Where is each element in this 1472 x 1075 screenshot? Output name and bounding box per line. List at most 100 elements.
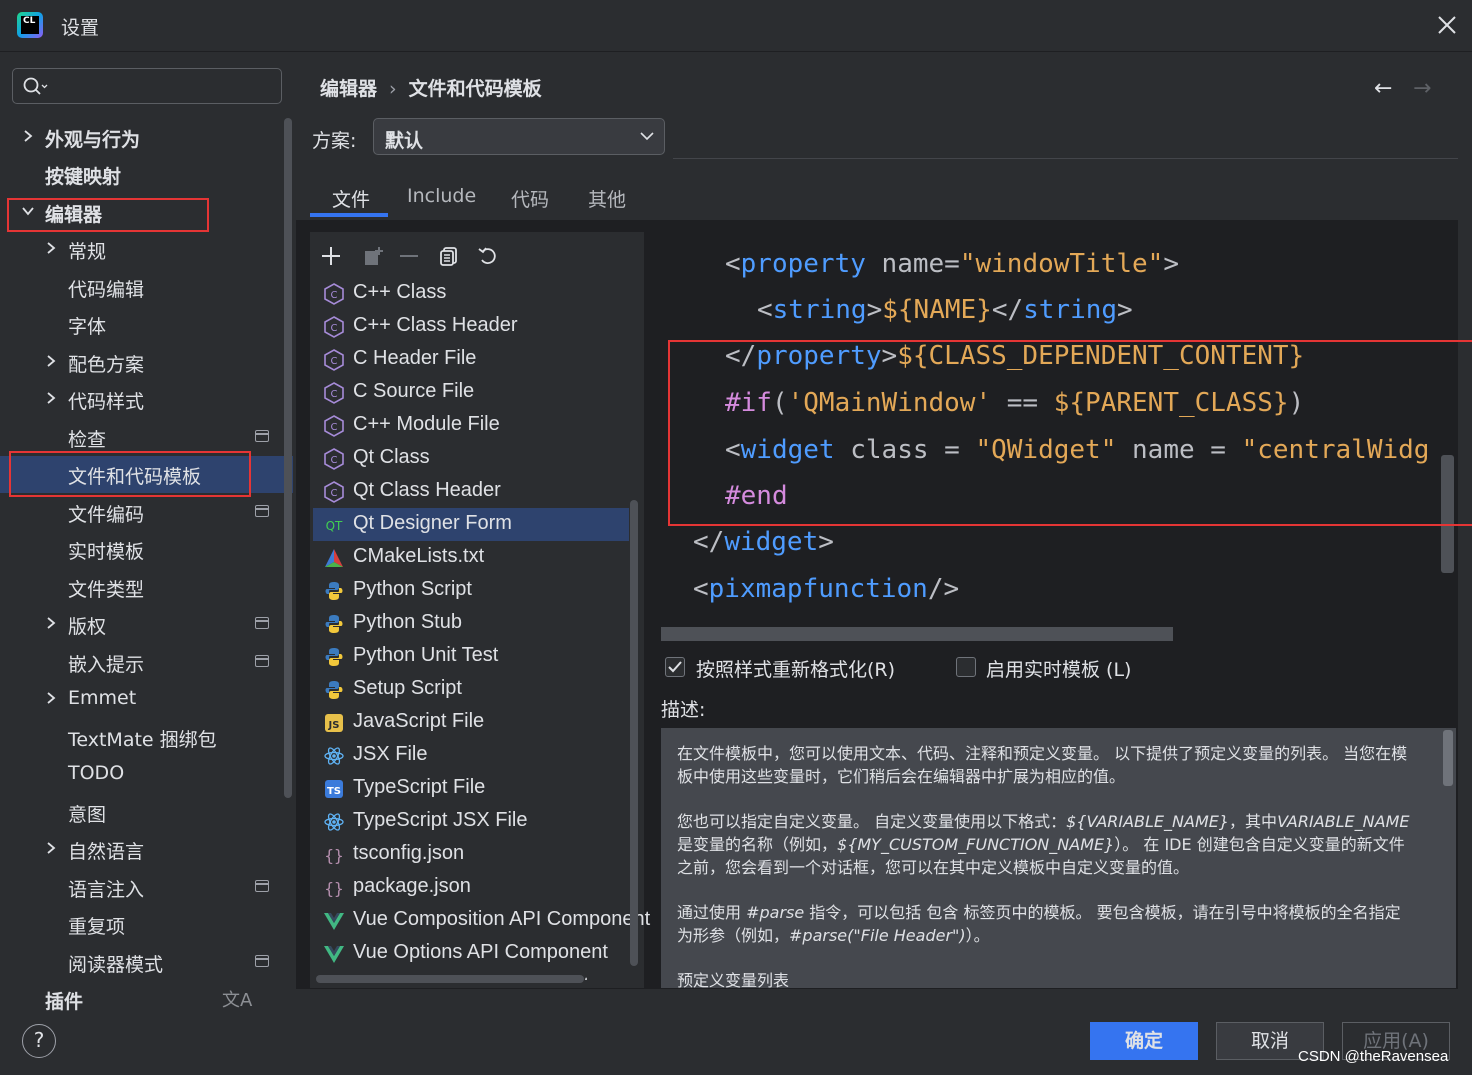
svg-text:C: C bbox=[331, 422, 338, 433]
add-icon[interactable] bbox=[320, 245, 342, 267]
sidebar-item-label: 自然语言 bbox=[68, 841, 145, 863]
add-child-icon[interactable] bbox=[362, 245, 384, 267]
chevron-right-icon[interactable] bbox=[44, 391, 58, 405]
template-item[interactable]: C C Source File bbox=[313, 376, 629, 409]
sidebar-item-file-encodings[interactable]: 文件编码 bbox=[0, 494, 293, 531]
template-name: C++ Class Header bbox=[353, 314, 518, 336]
translate-icon[interactable]: 文A bbox=[222, 986, 252, 1012]
scheme-value: 默认 bbox=[385, 130, 424, 152]
reformat-checkbox[interactable] bbox=[665, 657, 685, 677]
template-item[interactable]: C Qt Class bbox=[313, 442, 629, 475]
template-item[interactable]: {} package.json bbox=[313, 871, 629, 904]
tab-code[interactable]: 代码 bbox=[511, 185, 549, 212]
sidebar-item-label: 版权 bbox=[68, 616, 107, 638]
chevron-right-icon[interactable] bbox=[21, 129, 35, 143]
sidebar-item-reader-mode[interactable]: 阅读器模式 bbox=[0, 944, 293, 981]
remove-icon[interactable] bbox=[398, 245, 420, 267]
template-item[interactable]: Python Unit Test bbox=[313, 640, 629, 673]
live-template-checkbox[interactable] bbox=[956, 657, 976, 677]
svg-text:QT: QT bbox=[326, 519, 343, 533]
description-scrollbar[interactable] bbox=[1443, 730, 1453, 786]
chevron-right-icon[interactable] bbox=[44, 354, 58, 368]
sidebar-item-color-scheme[interactable]: 配色方案 bbox=[0, 344, 293, 381]
copy-icon[interactable] bbox=[438, 245, 460, 267]
sidebar-item-live-templates[interactable]: 实时模板 bbox=[0, 531, 293, 568]
sidebar-item-label: 配色方案 bbox=[68, 354, 145, 376]
sidebar-item-inlay-hints[interactable]: 嵌入提示 bbox=[0, 644, 293, 681]
template-name: package.json bbox=[353, 875, 471, 897]
back-arrow-icon[interactable]: ← bbox=[1374, 76, 1392, 101]
json-icon: {} bbox=[323, 877, 345, 899]
template-item[interactable]: TS TypeScript File bbox=[313, 772, 629, 805]
sidebar-item-code-editing[interactable]: 代码编辑 bbox=[0, 269, 293, 306]
breadcrumb-current: 文件和代码模板 bbox=[408, 78, 542, 100]
template-name: tsconfig.json bbox=[353, 842, 465, 864]
template-item[interactable]: C C++ Class bbox=[313, 277, 629, 310]
sidebar-scrollbar[interactable] bbox=[284, 118, 292, 798]
sidebar-item-duplicates[interactable]: 重复项 bbox=[0, 906, 293, 943]
breadcrumb-separator: › bbox=[389, 78, 397, 100]
ok-button[interactable]: 确定 bbox=[1090, 1022, 1198, 1060]
live-template-label[interactable]: 启用实时模板 (L) bbox=[986, 655, 1131, 682]
sidebar-item-general[interactable]: 常规 bbox=[0, 231, 293, 268]
template-item[interactable]: {} tsconfig.json bbox=[313, 838, 629, 871]
description-paragraph: 您也可以指定自定义变量。 自定义变量使用以下格式：${VARIABLE_NAME… bbox=[677, 812, 1410, 877]
template-name: CMakeLists.txt bbox=[353, 545, 485, 567]
template-item[interactable]: C C Header File bbox=[313, 343, 629, 376]
template-item[interactable]: Vue Options API Component bbox=[313, 937, 629, 970]
chevron-right-icon[interactable] bbox=[44, 841, 58, 855]
sidebar-item-todo[interactable]: TODO bbox=[0, 756, 293, 793]
project-scope-icon bbox=[255, 655, 269, 667]
scheme-select[interactable]: 默认 bbox=[373, 118, 665, 155]
template-item[interactable]: C Qt Class Header bbox=[313, 475, 629, 508]
tab-files[interactable]: 文件 bbox=[332, 185, 370, 212]
svg-text:C: C bbox=[331, 323, 338, 334]
template-item[interactable]: C C++ Module File bbox=[313, 409, 629, 442]
template-item[interactable]: Vue Composition API Component bbox=[313, 904, 650, 937]
help-button[interactable]: ? bbox=[22, 1024, 56, 1058]
template-item[interactable]: Python Script bbox=[313, 574, 629, 607]
chevron-right-icon[interactable] bbox=[44, 241, 58, 255]
sidebar-item-label: 阅读器模式 bbox=[68, 954, 164, 976]
sidebar-item-file-types[interactable]: 文件类型 bbox=[0, 569, 293, 606]
template-item[interactable]: Setup Script bbox=[313, 673, 629, 706]
template-list-hscrollbar[interactable] bbox=[316, 975, 584, 983]
reformat-label[interactable]: 按照样式重新格式化(R) bbox=[696, 655, 895, 682]
forward-arrow-icon[interactable]: → bbox=[1413, 76, 1431, 101]
sidebar-item-natural-languages[interactable]: 自然语言 bbox=[0, 831, 293, 868]
settings-search-input[interactable] bbox=[12, 68, 282, 104]
sidebar-item-code-style[interactable]: 代码样式 bbox=[0, 381, 293, 418]
sidebar-item-font[interactable]: 字体 bbox=[0, 306, 293, 343]
breadcrumb-parent[interactable]: 编辑器 bbox=[320, 78, 377, 100]
code-horizontal-scrollbar[interactable] bbox=[661, 627, 1173, 641]
template-name: C Source File bbox=[353, 380, 475, 402]
template-item[interactable]: JS JavaScript File bbox=[313, 706, 629, 739]
template-item[interactable]: CMakeLists.txt bbox=[313, 541, 629, 574]
template-item[interactable]: Python Stub bbox=[313, 607, 629, 640]
python-icon bbox=[323, 679, 345, 701]
close-icon[interactable] bbox=[1434, 12, 1460, 38]
sidebar-item-copyright[interactable]: 版权 bbox=[0, 606, 293, 643]
sidebar-item-emmet[interactable]: Emmet bbox=[0, 681, 293, 718]
template-item[interactable]: C C++ Class Header bbox=[313, 310, 629, 343]
sidebar-item-label: 按键映射 bbox=[45, 166, 122, 188]
chevron-down-icon bbox=[640, 132, 654, 141]
sidebar-item-intentions[interactable]: 意图 bbox=[0, 794, 293, 831]
breadcrumb: 编辑器 › 文件和代码模板 bbox=[320, 74, 542, 101]
sidebar-item-language-injections[interactable]: 语言注入 bbox=[0, 869, 293, 906]
template-item[interactable]: QT Qt Designer Form bbox=[313, 508, 629, 541]
sidebar-item-appearance[interactable]: 外观与行为 bbox=[0, 119, 293, 156]
highlight-code-block bbox=[668, 340, 1472, 526]
chevron-right-icon[interactable] bbox=[44, 691, 58, 705]
template-name: Vue Options API Component bbox=[353, 941, 608, 963]
template-list-scrollbar[interactable] bbox=[630, 500, 638, 966]
sidebar-item-keymap[interactable]: 按键映射 bbox=[0, 156, 293, 193]
tab-include[interactable]: Include bbox=[407, 185, 476, 207]
description-paragraph: 通过使用 #parse 指令，可以包括 包含 标签页中的模板。 要包含模板，请在… bbox=[677, 903, 1401, 945]
reset-icon[interactable] bbox=[477, 245, 499, 267]
template-item[interactable]: JSX File bbox=[313, 739, 629, 772]
tab-other[interactable]: 其他 bbox=[588, 185, 626, 212]
sidebar-item-textmate-bundles[interactable]: TextMate 捆绑包 bbox=[0, 719, 293, 756]
template-item[interactable]: TypeScript JSX File bbox=[313, 805, 629, 838]
chevron-right-icon[interactable] bbox=[44, 616, 58, 630]
